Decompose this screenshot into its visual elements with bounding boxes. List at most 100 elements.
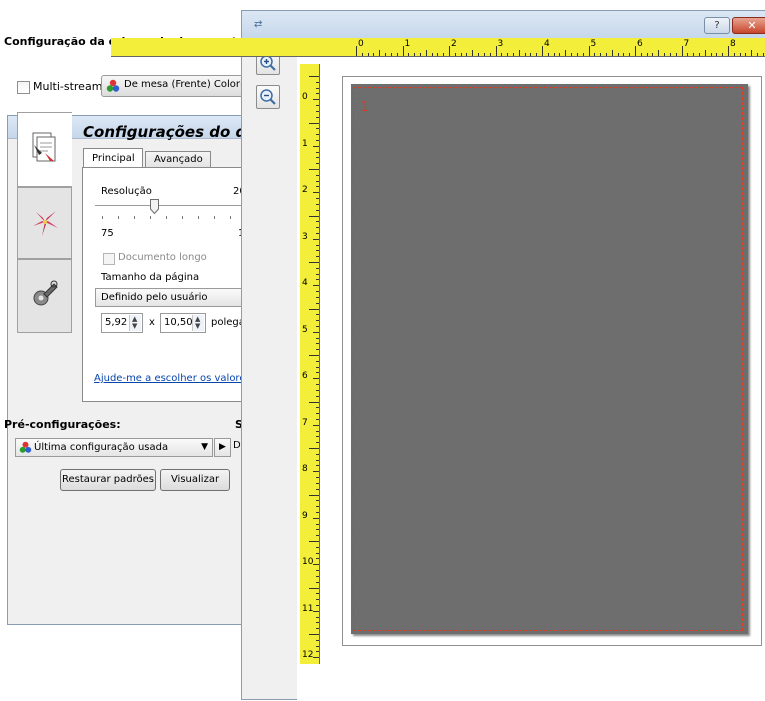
long-document-checkbox[interactable] <box>103 253 115 265</box>
ruler-tick <box>316 500 319 502</box>
ruler-tick <box>316 529 319 531</box>
ruler-tick <box>664 53 666 56</box>
page-size-select[interactable]: Definido pelo usuário <box>95 288 250 307</box>
ruler-tick <box>316 459 319 461</box>
scan-source-button[interactable]: De mesa (Frente) Colori <box>101 75 261 97</box>
help-button[interactable]: ? <box>704 17 730 34</box>
zoom-out-icon <box>260 89 276 105</box>
ruler-number: 6 <box>302 371 308 381</box>
preview-titlebar[interactable]: ⇄ ? ✕ <box>242 11 765 39</box>
panel-heading: Configurações do do <box>83 123 257 141</box>
ruler-number: 0 <box>358 39 364 49</box>
presets-select[interactable]: Última configuração usada ▼ <box>15 438 213 457</box>
page-unit-label: polega <box>211 317 245 328</box>
ruler-tick <box>316 616 319 618</box>
ruler-tick <box>316 116 319 118</box>
side-tab-document-settings[interactable] <box>17 112 72 187</box>
ruler-tick <box>316 325 319 327</box>
restore-defaults-button[interactable]: Restaurar padrões <box>60 469 156 491</box>
ruler-tick <box>316 407 319 409</box>
resolution-slider-thumb[interactable] <box>150 199 159 214</box>
ruler-tick <box>316 651 319 653</box>
scan-region-selection[interactable] <box>353 87 743 631</box>
preview-button[interactable]: Visualizar <box>160 469 230 491</box>
side-tab-image-settings[interactable] <box>17 187 72 259</box>
ruler-tick <box>385 53 387 56</box>
color-source-icon <box>19 441 32 453</box>
ruler-number: 3 <box>497 39 504 49</box>
ruler-tick <box>316 552 319 554</box>
ruler-tick <box>518 50 520 56</box>
ruler-tick <box>313 471 319 473</box>
tab-principal[interactable]: Principal <box>83 148 143 168</box>
ruler-number: 1 <box>302 138 308 149</box>
ruler-tick <box>316 296 319 298</box>
slider-tick <box>214 216 215 219</box>
times-sign: x <box>149 317 155 328</box>
ruler-tick <box>316 453 319 455</box>
app-icon: ⇄ <box>254 19 263 30</box>
ruler-tick <box>309 401 319 403</box>
help-choose-values-link[interactable]: Ajude-me a escolher os valore <box>94 373 245 384</box>
page-width-spin-arrows[interactable]: ▲ ▼ <box>129 315 141 331</box>
ruler-tick <box>687 53 689 56</box>
resolution-slider-track[interactable] <box>95 205 245 210</box>
ruler-tick <box>316 506 319 508</box>
ruler-tick <box>565 50 567 56</box>
page-height-stepper[interactable]: 10,50 ▲ ▼ <box>160 313 206 333</box>
ruler-tick <box>316 546 319 548</box>
ruler-number: 5 <box>590 39 597 49</box>
vertical-ruler <box>300 64 320 664</box>
tab-content-panel <box>82 167 252 402</box>
presets-menu-button[interactable]: ▶ <box>214 438 231 457</box>
page-height-spin-arrows[interactable]: ▲ ▼ <box>192 315 204 331</box>
ruler-tick <box>646 53 648 56</box>
ruler-tick <box>379 50 381 56</box>
ruler-tick <box>629 53 631 56</box>
multistream-checkbox[interactable] <box>17 81 30 94</box>
ruler-tick <box>316 366 319 368</box>
ruler-tick <box>309 215 319 217</box>
ruler-tick <box>640 53 642 56</box>
resolution-min-label: 75 <box>101 228 114 239</box>
ruler-tick <box>309 76 319 77</box>
ruler-number: 9 <box>302 510 308 521</box>
slider-tick <box>182 216 183 219</box>
ruler-tick <box>316 273 319 275</box>
side-tab-device-settings[interactable] <box>17 259 72 333</box>
ruler-tick <box>316 465 319 467</box>
ruler-tick <box>316 93 319 95</box>
close-button[interactable]: ✕ <box>732 17 765 34</box>
ruler-tick <box>316 244 319 246</box>
ruler-tick <box>316 622 319 624</box>
ruler-tick <box>594 53 596 56</box>
ruler-tick <box>367 53 369 56</box>
ruler-tick <box>316 593 319 595</box>
ruler-tick <box>669 53 671 56</box>
ruler-tick <box>316 128 319 130</box>
ruler-tick <box>675 53 677 56</box>
ruler-tick <box>495 46 497 56</box>
ruler-tick <box>704 50 706 56</box>
ruler-tick <box>745 53 747 56</box>
zoom-out-button[interactable] <box>256 85 280 109</box>
ruler-tick <box>309 308 319 310</box>
slider-tick <box>150 216 151 219</box>
ruler-tick <box>316 581 319 583</box>
ruler-tick <box>313 424 319 426</box>
ruler-tick <box>316 198 319 200</box>
ruler-tick <box>396 53 398 56</box>
ruler-tick <box>489 53 491 56</box>
ruler-tick <box>316 639 319 641</box>
ruler-tick <box>316 81 319 83</box>
tab-avancado[interactable]: Avançado <box>145 151 211 168</box>
ruler-tick <box>512 53 514 56</box>
ruler-tick <box>617 53 619 56</box>
page-width-stepper[interactable]: 5,92 ▲ ▼ <box>101 313 143 333</box>
ruler-tick <box>757 53 759 56</box>
page-size-value: Definido pelo usuário <box>101 292 208 303</box>
ruler-number: 11 <box>302 603 314 614</box>
ruler-tick <box>313 610 319 612</box>
ruler-tick <box>309 494 319 496</box>
ruler-tick <box>316 360 319 362</box>
